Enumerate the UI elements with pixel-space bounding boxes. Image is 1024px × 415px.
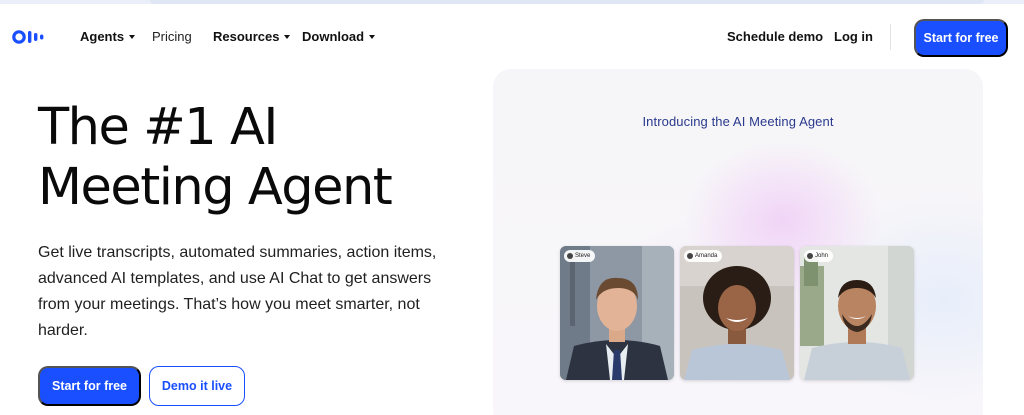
chevron-down-icon	[129, 35, 136, 39]
participant-name: John	[815, 253, 829, 259]
hero-title: The #1 AI Meeting Agent	[38, 98, 458, 218]
nav-download-label: Download	[302, 29, 365, 44]
chevron-down-icon	[369, 35, 376, 39]
nav-pricing[interactable]: Pricing	[152, 29, 192, 44]
nav-agents-label: Agents	[80, 29, 125, 44]
otter-logo-icon[interactable]	[12, 29, 54, 45]
hero-title-line-2: Meeting Agent	[38, 158, 393, 217]
avatar-icon	[807, 253, 813, 259]
schedule-demo-link[interactable]: Schedule demo	[727, 29, 823, 44]
participant-name: Amanda	[695, 253, 718, 259]
demo-live-button[interactable]: Demo it live	[149, 366, 245, 406]
nav-resources[interactable]: Resources	[213, 29, 291, 44]
participant-photo-amanda	[680, 246, 794, 380]
video-preview-panel[interactable]: Introducing the AI Meeting Agent Steve A…	[493, 69, 983, 415]
participant-name: Steve	[575, 253, 591, 259]
participant-tile-steve: Steve	[560, 246, 674, 380]
hero-title-line-1: The #1 AI	[38, 98, 278, 157]
participant-tile-john: John	[800, 246, 914, 380]
nav-start-free-button[interactable]: Start for free	[914, 19, 1008, 57]
login-link[interactable]: Log in	[834, 29, 873, 44]
chevron-down-icon	[284, 35, 291, 39]
participant-photo-john	[800, 246, 914, 380]
participant-tile-amanda: Amanda	[680, 246, 794, 380]
nav-agents[interactable]: Agents	[80, 29, 136, 44]
top-navigation: Agents Pricing Resources Download Schedu…	[0, 0, 1024, 76]
hero-subtitle: Get live transcripts, automated summarie…	[38, 244, 437, 339]
nav-pricing-label: Pricing	[152, 29, 192, 44]
avatar-icon	[687, 253, 693, 259]
avatar-icon	[567, 253, 573, 259]
nav-divider	[890, 24, 891, 50]
participant-name-tag: John	[804, 250, 834, 262]
participant-name-tag: Steve	[564, 250, 596, 262]
nav-resources-label: Resources	[213, 29, 280, 44]
participant-photo-steve	[560, 246, 674, 380]
participant-name-tag: Amanda	[684, 250, 723, 262]
nav-download[interactable]: Download	[302, 29, 376, 44]
panel-heading: Introducing the AI Meeting Agent	[642, 114, 834, 129]
start-free-button[interactable]: Start for free	[38, 366, 141, 406]
